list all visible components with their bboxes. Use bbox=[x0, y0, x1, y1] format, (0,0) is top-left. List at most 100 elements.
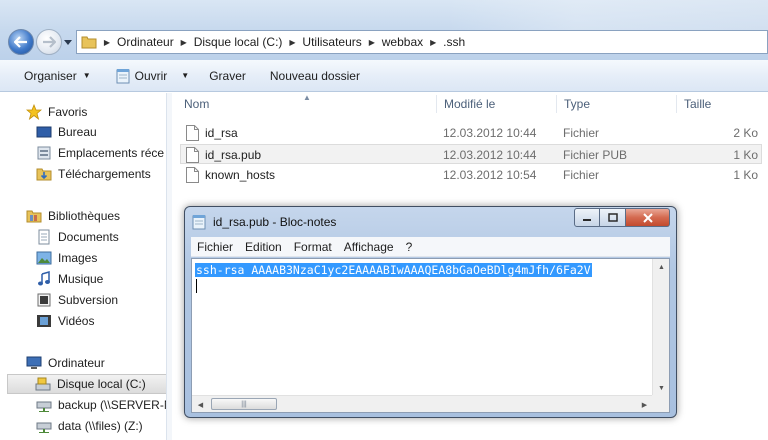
organise-button[interactable]: Organiser ▼ bbox=[17, 64, 98, 88]
arrow-left-icon bbox=[14, 36, 27, 48]
close-button[interactable] bbox=[626, 208, 670, 227]
column-header-label: Type bbox=[564, 97, 591, 111]
file-row[interactable]: id_rsa 12.03.2012 10:44 Fichier 2 Ko bbox=[180, 123, 762, 143]
horizontal-scroll-thumb[interactable]: ||| bbox=[211, 398, 277, 410]
chevron-right-icon[interactable]: ▶ bbox=[178, 38, 190, 47]
maximize-icon bbox=[607, 213, 618, 222]
scroll-left-arrow-icon[interactable]: ◀ bbox=[192, 396, 209, 413]
file-name: id_rsa bbox=[205, 126, 238, 140]
arrow-right-icon bbox=[43, 36, 56, 48]
navigation-pane: Favoris Bureau Emplacements réce Télécha… bbox=[0, 93, 166, 440]
nav-item-recent-places[interactable]: Emplacements réce bbox=[36, 143, 164, 163]
nav-computer-header[interactable]: Ordinateur bbox=[26, 353, 105, 373]
notepad-window: id_rsa.pub - Bloc-notes Fichier Edition … bbox=[184, 206, 677, 418]
star-icon bbox=[26, 104, 42, 120]
nav-item-subversion[interactable]: Subversion bbox=[36, 290, 118, 310]
libraries-icon bbox=[26, 210, 42, 223]
horizontal-scrollbar[interactable]: ◀ ||| ▶ bbox=[192, 395, 653, 412]
computer-icon bbox=[26, 356, 42, 369]
back-button[interactable] bbox=[8, 29, 34, 55]
file-name: known_hosts bbox=[205, 168, 276, 182]
breadcrumb-item[interactable]: Ordinateur bbox=[113, 35, 178, 49]
background-window-glimpse bbox=[448, 0, 768, 30]
nav-item-label: Images bbox=[58, 251, 98, 265]
notepad-text-area[interactable]: ssh-rsa AAAAB3NzaC1yc2EAAAABIwAAAQEA8bGa… bbox=[191, 258, 670, 413]
file-row[interactable]: known_hosts 12.03.2012 10:54 Fichier 1 K… bbox=[180, 165, 762, 185]
images-icon bbox=[36, 251, 52, 265]
notepad-icon bbox=[116, 68, 130, 83]
chevron-right-icon[interactable]: ▶ bbox=[366, 38, 378, 47]
selected-text: ssh-rsa AAAAB3NzaC1yc2EAAAABIwAAAQEA8bGa… bbox=[195, 263, 592, 277]
notepad-title: id_rsa.pub - Bloc-notes bbox=[213, 215, 337, 229]
scroll-right-arrow-icon[interactable]: ▶ bbox=[636, 396, 653, 413]
address-bar[interactable]: ▶ Ordinateur ▶ Disque local (C:) ▶ Utili… bbox=[76, 30, 768, 54]
menu-file[interactable]: Fichier bbox=[191, 240, 239, 254]
command-bar: Organiser ▼ Ouvrir ▼ Graver Nouveau doss… bbox=[0, 60, 768, 92]
nav-item-desktop[interactable]: Bureau bbox=[36, 122, 97, 142]
libraries-label: Bibliothèques bbox=[48, 209, 121, 223]
column-header-type[interactable]: Type bbox=[564, 93, 590, 115]
breadcrumb-item[interactable]: .ssh bbox=[439, 35, 469, 49]
column-divider[interactable] bbox=[676, 95, 677, 113]
music-note-icon bbox=[38, 271, 50, 286]
nav-item-local-disk[interactable]: Disque local (C:) bbox=[7, 374, 166, 394]
scroll-up-arrow-icon[interactable]: ▲ bbox=[653, 259, 670, 276]
column-header-label: Taille bbox=[684, 97, 712, 111]
new-folder-button[interactable]: Nouveau dossier bbox=[263, 64, 367, 88]
nav-item-videos[interactable]: Vidéos bbox=[36, 311, 94, 331]
recent-pages-dropdown[interactable] bbox=[64, 38, 72, 46]
file-size: 2 Ko bbox=[733, 126, 758, 140]
menu-help[interactable]: ? bbox=[400, 240, 419, 254]
open-button[interactable]: Ouvrir ▼ bbox=[108, 64, 197, 88]
nav-favorites-header[interactable]: Favoris bbox=[26, 102, 87, 122]
nav-item-documents[interactable]: Documents bbox=[36, 227, 119, 247]
file-modified: 12.03.2012 10:44 bbox=[443, 148, 537, 162]
chevron-down-icon: ▼ bbox=[181, 71, 190, 80]
nav-item-data-drive[interactable]: data (\\files) (Z:) bbox=[36, 416, 143, 436]
nav-item-images[interactable]: Images bbox=[36, 248, 97, 268]
network-drive-icon bbox=[36, 401, 52, 412]
nav-item-label: Subversion bbox=[58, 293, 119, 307]
file-type: Fichier bbox=[563, 126, 600, 140]
column-divider[interactable] bbox=[556, 95, 557, 113]
menu-edit[interactable]: Edition bbox=[239, 240, 288, 254]
menu-view[interactable]: Affichage bbox=[338, 240, 400, 254]
file-modified: 12.03.2012 10:54 bbox=[443, 168, 537, 182]
menu-format[interactable]: Format bbox=[288, 240, 338, 254]
column-header-modified[interactable]: Modifié le bbox=[444, 93, 495, 115]
nav-item-label: Emplacements réce bbox=[58, 146, 165, 160]
notepad-menubar: Fichier Edition Format Affichage ? bbox=[191, 237, 670, 257]
nav-item-label: Disque local (C:) bbox=[57, 377, 146, 391]
nav-item-label: data (\\files) (Z:) bbox=[58, 419, 143, 433]
maximize-button[interactable] bbox=[600, 208, 626, 227]
minimize-button[interactable] bbox=[574, 208, 600, 227]
organise-label: Organiser bbox=[24, 68, 77, 83]
file-row-selected[interactable]: id_rsa.pub 12.03.2012 10:44 Fichier PUB … bbox=[180, 144, 762, 164]
nav-item-backup-drive[interactable]: backup (\\SERVER-N bbox=[36, 395, 166, 415]
notepad-titlebar[interactable]: id_rsa.pub - Bloc-notes bbox=[191, 212, 336, 232]
breadcrumb-item[interactable]: Disque local (C:) bbox=[190, 35, 287, 49]
forward-button[interactable] bbox=[36, 29, 62, 55]
column-header-name[interactable]: Nom bbox=[184, 93, 209, 115]
column-header-size[interactable]: Taille bbox=[684, 93, 711, 115]
breadcrumb-item[interactable]: Utilisateurs bbox=[298, 35, 365, 49]
subversion-library-icon bbox=[37, 293, 51, 307]
breadcrumb-item[interactable]: webbax bbox=[378, 35, 427, 49]
column-divider[interactable] bbox=[436, 95, 437, 113]
file-icon bbox=[186, 167, 199, 183]
chevron-right-icon[interactable]: ▶ bbox=[286, 38, 298, 47]
selected-text-line[interactable]: ssh-rsa AAAAB3NzaC1yc2EAAAABIwAAAQEA8bGa… bbox=[195, 263, 661, 279]
open-label: Ouvrir bbox=[134, 68, 168, 83]
nav-item-label: Vidéos bbox=[58, 314, 95, 328]
notepad-icon bbox=[192, 215, 206, 230]
vertical-scrollbar[interactable]: ▲ ▼ bbox=[652, 259, 669, 397]
window-controls bbox=[574, 208, 670, 227]
nav-item-downloads[interactable]: Téléchargements bbox=[36, 164, 151, 184]
nav-libraries-header[interactable]: Bibliothèques bbox=[26, 206, 120, 226]
burn-button[interactable]: Graver bbox=[202, 64, 253, 88]
file-type: Fichier bbox=[563, 168, 600, 182]
file-size: 1 Ko bbox=[733, 168, 758, 182]
chevron-right-icon[interactable]: ▶ bbox=[101, 38, 113, 47]
nav-item-music[interactable]: Musique bbox=[36, 269, 103, 289]
chevron-right-icon[interactable]: ▶ bbox=[427, 38, 439, 47]
